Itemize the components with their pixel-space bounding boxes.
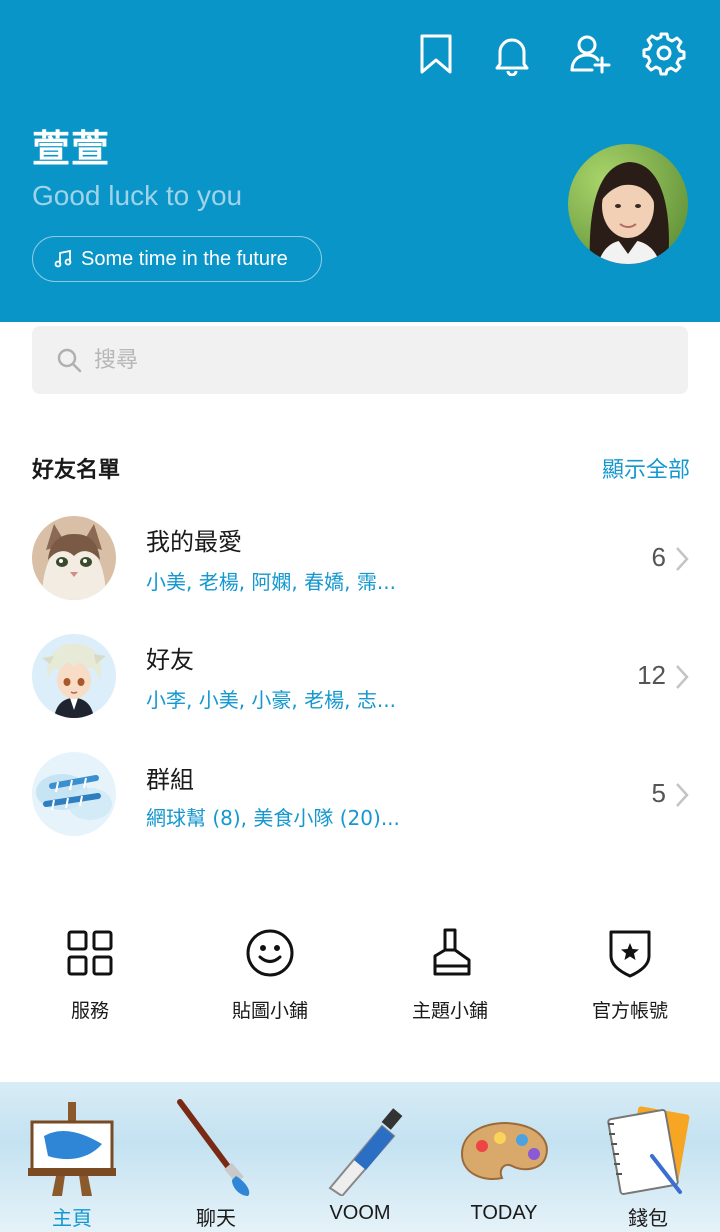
- group-logo-avatar: [32, 752, 116, 836]
- add-friend-icon[interactable]: [568, 32, 612, 76]
- profile-avatar[interactable]: [568, 144, 688, 264]
- brush-icon: [433, 928, 471, 976]
- palette-icon: [460, 1122, 548, 1180]
- row-title: 好友: [146, 646, 194, 674]
- service-label: 主題小鋪: [411, 1000, 488, 1022]
- service-item-services[interactable]: 服務: [0, 926, 180, 1036]
- notebook-icon: [607, 1106, 690, 1195]
- nav-label: 錢包: [628, 1208, 668, 1230]
- cat-avatar: [32, 516, 116, 600]
- service-label: 官方帳號: [591, 1000, 668, 1022]
- service-label: 貼圖小鋪: [231, 1000, 308, 1022]
- nav-label: 聊天: [196, 1208, 236, 1230]
- profile-music-button[interactable]: Some time in the future: [32, 236, 322, 282]
- show-all-link[interactable]: 顯示全部: [602, 452, 690, 484]
- paintbrush-icon: [177, 1099, 250, 1196]
- status-message[interactable]: Good luck to you: [32, 180, 242, 212]
- service-item-official-accounts[interactable]: 官方帳號: [540, 926, 720, 1036]
- service-item-theme-shop[interactable]: 主題小鋪: [360, 926, 540, 1036]
- nav-today[interactable]: TODAY: [432, 1082, 576, 1232]
- anime-avatar: [32, 634, 116, 718]
- shield-star-icon: [609, 930, 651, 978]
- list-item-friends[interactable]: 好友 小李, 小美, 小豪, 老楊, 志... 12: [0, 630, 720, 730]
- row-members: 小李, 小美, 小豪, 老楊, 志...: [146, 688, 396, 712]
- profile-name[interactable]: 萱萱: [32, 118, 110, 173]
- chevron-right-icon: [676, 665, 689, 689]
- gear-icon[interactable]: [642, 32, 686, 76]
- bottom-navigation: 主頁 聊天 VOOM TODAY 錢包: [0, 1082, 720, 1232]
- nav-voom[interactable]: VOOM: [288, 1082, 432, 1232]
- service-label: 服務: [70, 1000, 109, 1022]
- list-item-groups[interactable]: 群組 網球幫 (8), 美食小隊 (20)... 5: [0, 748, 720, 848]
- row-count: 6: [651, 542, 666, 572]
- smiley-icon: [246, 929, 294, 977]
- service-item-sticker-shop[interactable]: 貼圖小鋪: [180, 926, 360, 1036]
- nav-home[interactable]: 主頁: [0, 1082, 144, 1232]
- paint-tube-icon: [328, 1108, 403, 1196]
- nav-wallet[interactable]: 錢包: [576, 1082, 720, 1232]
- row-title: 群組: [146, 766, 194, 794]
- search-bar[interactable]: [32, 326, 688, 394]
- nav-label: TODAY: [470, 1202, 538, 1224]
- row-count: 12: [637, 660, 666, 690]
- chevron-right-icon: [676, 547, 689, 571]
- music-note-icon: [54, 249, 72, 268]
- friend-list-title: 好友名單: [32, 458, 121, 483]
- chevron-right-icon: [676, 783, 689, 807]
- bell-icon[interactable]: [490, 32, 534, 77]
- nav-label: VOOM: [329, 1202, 391, 1224]
- row-count: 5: [651, 778, 666, 808]
- easel-icon: [28, 1102, 116, 1196]
- nav-chat[interactable]: 聊天: [144, 1082, 288, 1232]
- nav-label: 主頁: [52, 1208, 92, 1230]
- row-title: 我的最愛: [146, 528, 242, 556]
- list-item-favorites[interactable]: 我的最愛 小美, 老楊, 阿嫻, 春嬌, 霈... 6: [0, 512, 720, 612]
- row-members: 網球幫 (8), 美食小隊 (20)...: [146, 806, 400, 830]
- row-members: 小美, 老楊, 阿嫻, 春嬌, 霈...: [146, 570, 396, 594]
- music-title: Some time in the future: [81, 247, 288, 270]
- profile-header: 萱萱 Good luck to you Some time in the fut…: [0, 0, 720, 322]
- search-input[interactable]: [92, 346, 656, 374]
- grid-icon: [67, 930, 113, 976]
- search-icon: [57, 348, 82, 373]
- bookmark-icon[interactable]: [414, 32, 458, 76]
